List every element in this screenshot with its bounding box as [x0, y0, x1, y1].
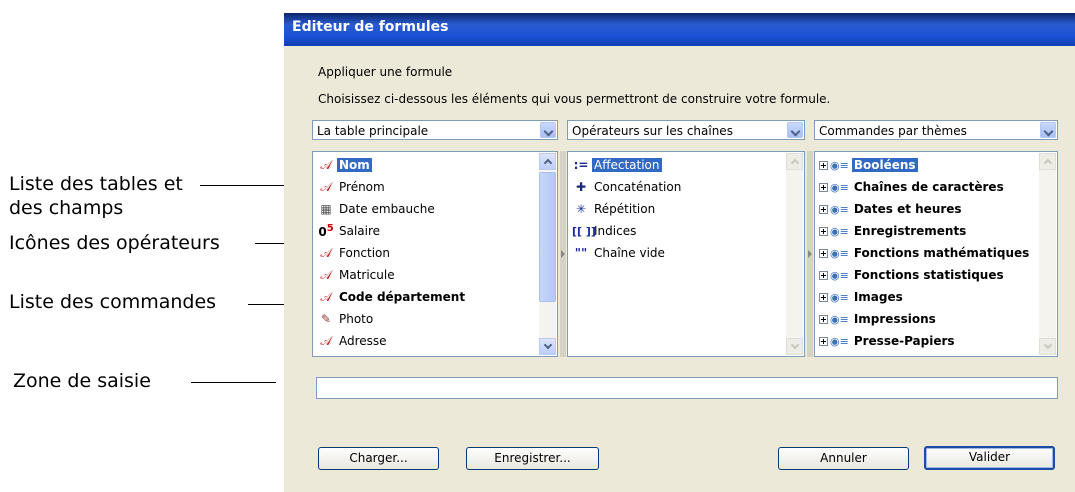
expand-icon[interactable]: [819, 182, 828, 192]
list-item[interactable]: ✎ Photo: [317, 310, 375, 328]
chevron-down-icon[interactable]: [540, 122, 556, 138]
dialog-description: Choisissez ci-dessous les éléments qui v…: [318, 92, 831, 106]
chevron-down-icon[interactable]: [787, 122, 803, 138]
scroll-up-icon[interactable]: [539, 153, 556, 170]
tree-item[interactable]: ◉≡ Dates et heures: [819, 200, 964, 218]
theme-icon: ◉≡: [830, 158, 849, 172]
commands-combo[interactable]: Commandes par thèmes: [814, 120, 1058, 140]
scroll-down-icon[interactable]: [1039, 338, 1056, 355]
tree-item[interactable]: ◉≡ Images: [819, 288, 905, 306]
commands-combo-value: Commandes par thèmes: [819, 124, 967, 138]
expand-icon[interactable]: [819, 314, 828, 324]
tree-item[interactable]: ◉≡ Booléens: [819, 156, 918, 174]
tables-combo[interactable]: La table principale: [312, 120, 558, 140]
expand-icon[interactable]: [819, 160, 828, 170]
plus-icon: ✚: [575, 180, 587, 194]
theme-icon: ◉≡: [830, 312, 849, 326]
theme-icon: ◉≡: [830, 246, 849, 260]
tree-item[interactable]: ◉≡ Enregistrements: [819, 222, 968, 240]
operators-combo-value: Opérateurs sur les chaînes: [572, 124, 733, 138]
assignment-icon: :=: [573, 158, 589, 172]
callout-input: Zone de saisie: [13, 370, 151, 392]
brackets-icon: [[ ]]: [572, 224, 596, 238]
callout-line-input: [191, 382, 276, 383]
operators-list[interactable]: := Affectation ✚ Concaténation ✳ Répétition…: [567, 151, 805, 357]
callout-operators: Icônes des opérateurs: [9, 232, 220, 254]
list-item[interactable]: 𝒜 Nom: [317, 156, 372, 174]
window-title: Editeur de formules: [292, 19, 449, 35]
list-item[interactable]: 𝒜 Fonction: [317, 244, 392, 262]
commands-scrollbar[interactable]: [1039, 153, 1056, 355]
list-item[interactable]: 𝒜 Code département: [317, 288, 467, 306]
splitter-left[interactable]: [560, 151, 566, 357]
formula-input[interactable]: [316, 377, 1058, 399]
callout-commands: Liste des commandes: [9, 291, 217, 313]
title-bar[interactable]: Editeur de formules: [284, 13, 1075, 46]
theme-icon: ◉≡: [830, 224, 849, 238]
tree-item[interactable]: ◉≡ Fonctions mathématiques: [819, 244, 1031, 262]
list-item[interactable]: ▦ Date embauche: [317, 200, 437, 218]
ok-button[interactable]: Valider: [924, 446, 1055, 470]
theme-icon: ◉≡: [830, 290, 849, 304]
theme-icon: ◉≡: [830, 180, 849, 194]
text-field-icon: 𝒜: [320, 267, 332, 282]
date-field-icon: ▦: [320, 202, 332, 216]
list-item[interactable]: := Affectation: [572, 156, 662, 174]
theme-icon: ◉≡: [830, 202, 849, 216]
asterisk-icon: ✳: [575, 202, 587, 216]
scroll-thumb[interactable]: [539, 172, 556, 302]
list-item[interactable]: 𝒜 Matricule: [317, 266, 397, 284]
scroll-down-icon[interactable]: [539, 338, 556, 355]
fields-scrollbar[interactable]: [539, 153, 556, 355]
list-item[interactable]: [[ ]] Indices: [572, 222, 638, 240]
expand-icon[interactable]: [819, 336, 828, 346]
text-field-icon: 𝒜: [320, 245, 332, 260]
tables-combo-value: La table principale: [317, 124, 429, 138]
list-item[interactable]: "" Chaîne vide: [572, 244, 667, 262]
callout-tables-fields: Liste des tables et des champs: [9, 173, 183, 219]
scroll-down-icon[interactable]: [786, 338, 803, 355]
splitter-right[interactable]: [807, 151, 813, 357]
expand-icon[interactable]: [819, 204, 828, 214]
expand-icon[interactable]: [819, 292, 828, 302]
list-item[interactable]: 05 Salaire: [317, 222, 382, 240]
empty-string-icon: "": [574, 246, 588, 260]
text-field-icon: 𝒜: [320, 333, 332, 348]
picture-field-icon: ✎: [320, 312, 332, 326]
list-item[interactable]: ✚ Concaténation: [572, 178, 683, 196]
scroll-up-icon[interactable]: [1039, 153, 1056, 170]
tree-item[interactable]: ◉≡ Chaînes de caractères: [819, 178, 1006, 196]
text-field-icon: 𝒜: [320, 289, 332, 304]
dialog-heading: Appliquer une formule: [318, 65, 453, 79]
commands-tree[interactable]: ◉≡ Booléens ◉≡ Chaînes de caractères ◉≡ Dat…: [814, 151, 1058, 357]
tree-item[interactable]: ◉≡ Presse-Papiers: [819, 332, 957, 350]
load-button[interactable]: Charger...: [318, 447, 439, 470]
save-button[interactable]: Enregistrer...: [466, 447, 599, 470]
expand-icon[interactable]: [819, 248, 828, 258]
list-item[interactable]: 𝒜 Prénom: [317, 178, 387, 196]
operators-scrollbar[interactable]: [786, 153, 803, 355]
formula-editor-dialog: Editeur de formules Appliquer une formul…: [284, 13, 1075, 492]
fields-list[interactable]: 𝒜 Nom 𝒜 Prénom ▦ Date embauche 05 Salaire 𝒜F…: [312, 151, 558, 357]
expand-icon[interactable]: [819, 226, 828, 236]
text-field-icon: 𝒜: [320, 179, 332, 194]
chevron-down-icon[interactable]: [1040, 122, 1056, 138]
numeric-field-icon: 05: [318, 223, 334, 239]
scroll-up-icon[interactable]: [786, 153, 803, 170]
theme-icon: ◉≡: [830, 268, 849, 282]
operators-combo[interactable]: Opérateurs sur les chaînes: [567, 120, 805, 140]
list-item[interactable]: ✳ Répétition: [572, 200, 657, 218]
list-item[interactable]: 𝒜 Adresse: [317, 332, 389, 350]
text-field-icon: 𝒜: [320, 157, 332, 172]
cancel-button[interactable]: Annuler: [778, 447, 909, 470]
tree-item[interactable]: ◉≡ Impressions: [819, 310, 938, 328]
expand-icon[interactable]: [819, 270, 828, 280]
tree-item[interactable]: ◉≡ Fonctions statistiques: [819, 266, 1006, 284]
theme-icon: ◉≡: [830, 334, 849, 348]
